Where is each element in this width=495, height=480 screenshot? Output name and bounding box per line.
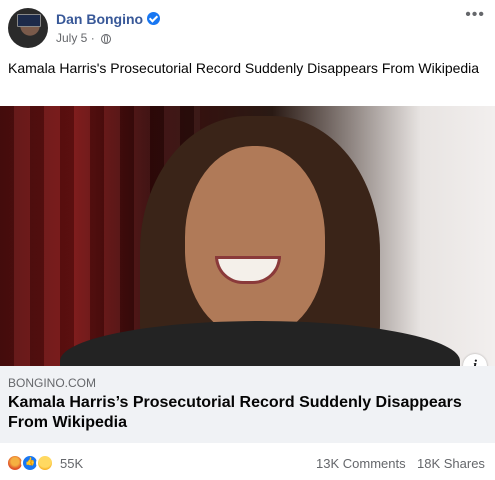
post-meta: July 5 ·	[56, 31, 112, 45]
globe-icon	[101, 34, 112, 44]
shares-count[interactable]: 18K Shares	[417, 456, 485, 471]
reaction-count[interactable]: 55K	[60, 456, 83, 471]
verified-badge-icon	[147, 12, 161, 25]
meta-separator: ·	[90, 31, 95, 45]
link-preview-image[interactable]	[0, 106, 495, 366]
comments-count[interactable]: 13K Comments	[316, 456, 406, 471]
facebook-post: Dan Bongino July 5 · ••• Kamala Harris's…	[0, 0, 495, 480]
more-options-icon[interactable]: •••	[465, 6, 485, 24]
post-date[interactable]: July 5	[56, 31, 87, 45]
author-name-row: Dan Bongino	[56, 11, 161, 27]
author-name[interactable]: Dan Bongino	[56, 11, 143, 27]
post-caption: Kamala Harris's Prosecutorial Record Sud…	[8, 60, 480, 76]
photo-face	[185, 146, 325, 336]
author-avatar[interactable]	[8, 8, 48, 48]
haha-reaction-icon[interactable]	[36, 454, 54, 472]
avatar-badge	[17, 14, 41, 27]
post-footer: 55K 13K Comments 18K Shares	[0, 443, 495, 480]
link-preview-card[interactable]: BONGINO.COM Kamala Harris’s Prosecutoria…	[0, 366, 495, 443]
link-title[interactable]: Kamala Harris’s Prosecutorial Record Sud…	[8, 393, 488, 433]
link-domain: BONGINO.COM	[8, 376, 97, 390]
